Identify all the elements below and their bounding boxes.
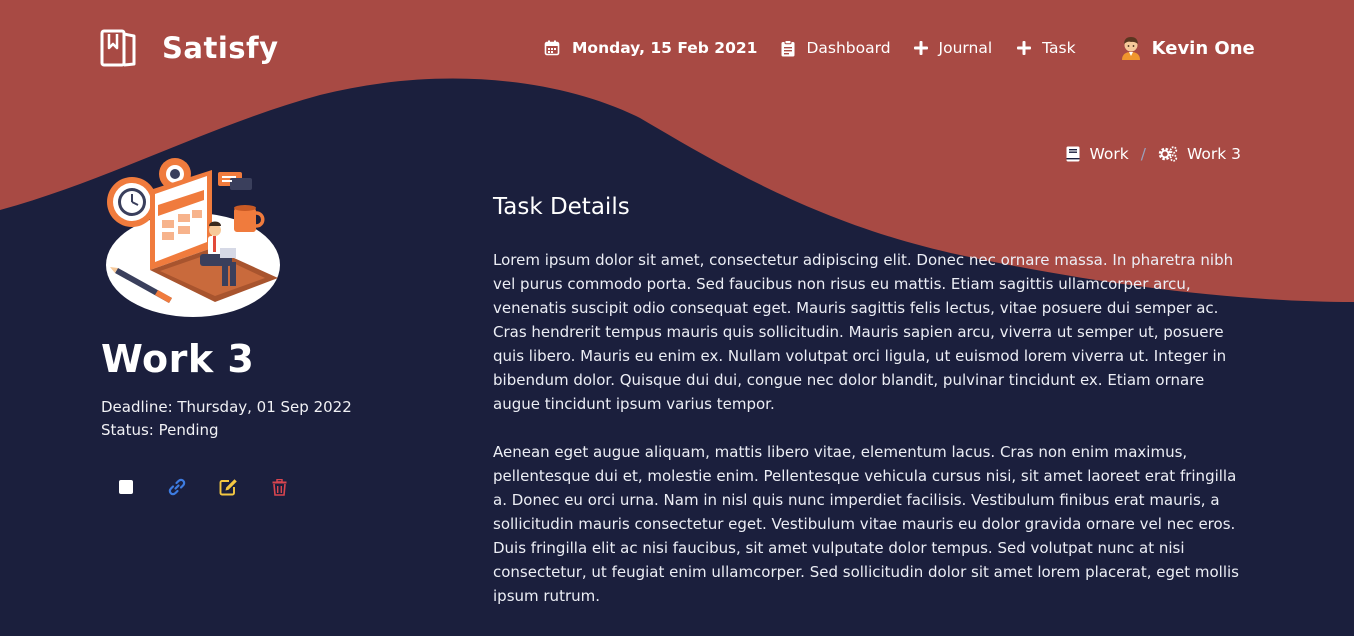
nav-task-label: Task — [1042, 39, 1076, 57]
breadcrumb: Work / Work 3 — [1066, 145, 1241, 163]
complete-checkbox[interactable] — [116, 477, 136, 497]
trash-icon — [272, 478, 286, 496]
plus-icon — [913, 41, 928, 55]
task-illustration — [106, 158, 280, 317]
task-details: Task Details Lorem ipsum dolor sit amet,… — [493, 194, 1253, 632]
user-menu[interactable]: Kevin One — [1120, 36, 1255, 60]
breadcrumb-current: Work 3 — [1158, 145, 1241, 163]
breadcrumb-current-label: Work 3 — [1186, 145, 1241, 163]
book-icon — [1066, 146, 1080, 162]
nav-dashboard-label: Dashboard — [806, 39, 891, 57]
task-details-heading: Task Details — [493, 194, 630, 220]
nav-journal-label: Journal — [938, 39, 993, 57]
task-details-paragraph: Lorem ipsum dolor sit amet, consectetur … — [493, 251, 1234, 413]
breadcrumb-parent-label: Work — [1089, 145, 1129, 163]
task-deadline: Deadline: Thursday, 01 Sep 2022 — [101, 398, 352, 416]
gears-icon — [1158, 146, 1178, 162]
brand[interactable]: Satisfy — [100, 28, 279, 68]
book-icon — [100, 29, 136, 67]
page: Satisfy Monday, 15 Feb 2021 Dashboard Jo… — [0, 0, 1354, 636]
nav-task[interactable]: Task — [1016, 39, 1076, 57]
date-label: Monday, 15 Feb 2021 — [572, 39, 758, 57]
clipboard-icon — [781, 39, 795, 56]
task-actions — [116, 477, 289, 497]
link-icon — [168, 478, 186, 496]
brand-name: Satisfy — [162, 31, 279, 65]
edit-icon — [219, 479, 237, 496]
link-button[interactable] — [167, 477, 187, 497]
nav-dashboard[interactable]: Dashboard — [781, 39, 891, 57]
current-date: Monday, 15 Feb 2021 — [544, 39, 757, 57]
task-details-paragraph: Aenean eget augue aliquam, mattis libero… — [493, 443, 1239, 605]
top-nav: Monday, 15 Feb 2021 Dashboard Journal Ta… — [544, 36, 1255, 60]
breadcrumb-parent[interactable]: Work — [1066, 145, 1129, 163]
task-meta: Deadline: Thursday, 01 Sep 2022 Status: … — [101, 396, 352, 442]
user-name: Kevin One — [1151, 37, 1255, 59]
calendar-icon — [544, 40, 560, 56]
edit-button[interactable] — [218, 477, 238, 497]
delete-button[interactable] — [269, 477, 289, 497]
checkbox-box — [119, 480, 133, 494]
task-title: Work 3 — [101, 337, 255, 381]
task-status: Status: Pending — [101, 421, 219, 439]
breadcrumb-separator: / — [1140, 145, 1146, 163]
plus-icon — [1017, 41, 1032, 55]
nav-journal[interactable]: Journal — [913, 39, 993, 57]
person-avatar-icon — [1121, 37, 1140, 60]
